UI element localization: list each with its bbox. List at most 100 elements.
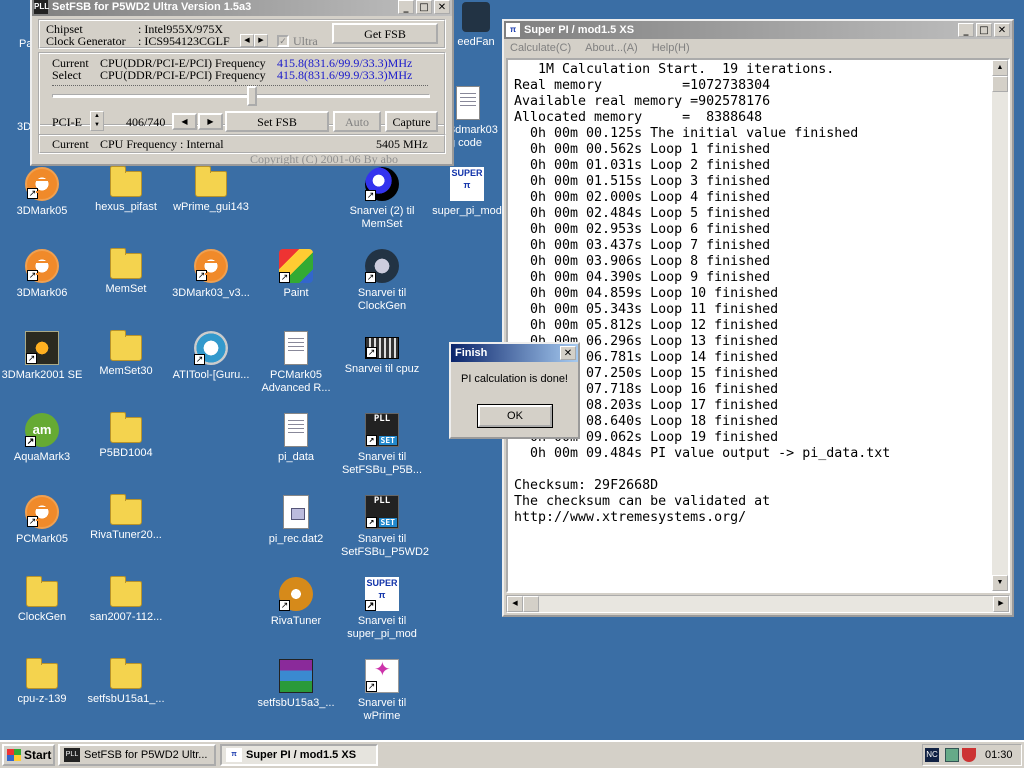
nc-badge[interactable]: NC (925, 748, 939, 762)
scroll-up-icon[interactable]: ▲ (992, 60, 1008, 76)
desktop-icon-label: eedFan (457, 36, 495, 48)
desktop-icon-label: Snarvei (2) til MemSet (349, 205, 415, 230)
scroll-left-icon[interactable]: ◀ (507, 596, 523, 612)
task-setfsb[interactable]: PLL SetFSB for P5WD2 Ultr... (58, 744, 216, 766)
output-line: 0h 00m 00.125s The initial value finishe… (514, 126, 859, 141)
desktop-icon-label: pi_rec.dat2 (268, 533, 324, 545)
desktop-icon-pi-rec-dat2[interactable]: pi_rec.dat2 (254, 495, 338, 546)
shield-icon[interactable] (962, 748, 976, 762)
desktop-icon-snarvei-clockgen[interactable]: ↗ Snarvei til ClockGen (340, 249, 424, 313)
clockgen-prev-button[interactable]: ◀ (240, 34, 254, 47)
vertical-scrollbar[interactable]: ▲ ▼ (992, 60, 1008, 591)
pll-set-icon: PLL SET ↗ (365, 495, 399, 529)
desktop-icon-pi-data[interactable]: pi_data (254, 413, 338, 464)
clockgen-next-button[interactable]: ▶ (254, 34, 268, 47)
folder-icon (26, 658, 58, 689)
desktop-icon-label: Snarvei til wPrime (357, 697, 407, 722)
output-text-area[interactable]: 1M Calculation Start. 19 iterations. Real… (506, 58, 1010, 593)
desktop-icon-memset30[interactable]: MemSet30 (84, 330, 168, 378)
auto-button[interactable]: Auto (333, 111, 381, 132)
desktop-icon-snarvei-memset[interactable]: ↗ Snarvei (2) til MemSet (340, 167, 424, 231)
close-button[interactable]: ✕ (560, 346, 576, 360)
desktop-icon-atitool[interactable]: ↗ ATITool-[Guru... (169, 331, 253, 382)
paint-icon: ↗ (279, 249, 313, 283)
minimize-button[interactable]: _ (958, 23, 974, 37)
desktop-icon-3dmark05[interactable]: ↗ 3DMark05 (0, 167, 84, 218)
get-fsb-button[interactable]: Get FSB (332, 23, 438, 44)
desktop-icon-cpu-z-139[interactable]: cpu-z-139 (0, 658, 84, 706)
scroll-thumb[interactable] (523, 596, 539, 612)
setfsb-window[interactable]: PLL SetFSB for P5WD2 Ultra Version 1.5a3… (30, 0, 454, 166)
slider-track (52, 94, 430, 98)
horizontal-scrollbar[interactable]: ◀ ▶ (506, 595, 1010, 613)
scroll-right-icon[interactable]: ▶ (993, 596, 1009, 612)
desktop-icon-setfsbu15a1[interactable]: setfsbU15a1_... (84, 658, 168, 706)
maximize-button[interactable]: □ (976, 23, 992, 37)
desktop-icon-snarvei-super-pi-mod[interactable]: SUPER π ↗ Snarvei til super_pi_mod (340, 577, 424, 641)
start-button[interactable]: Start (2, 744, 55, 766)
output-line: Checksum: 29F2668D (514, 478, 659, 493)
desktop-icon-paint[interactable]: ↗ Paint (254, 249, 338, 300)
superpi-window[interactable]: π Super PI / mod1.5 XS _ □ ✕ Calculate(C… (502, 19, 1014, 617)
output-line: 0h 00m 05.343s Loop 11 finished (514, 302, 779, 317)
clock[interactable]: 01:30 (985, 748, 1013, 762)
pll-set-icon: PLL SET ↗ (365, 413, 399, 447)
desktop-icon-3dmark2001se[interactable]: ↗ 3DMark2001 SE (0, 331, 84, 382)
maximize-button[interactable]: □ (416, 0, 432, 14)
desktop-icon-pcmark05[interactable]: ↗ PCMark05 (0, 495, 84, 546)
start-label: Start (24, 748, 52, 762)
desktop-icon-rivatuner20[interactable]: RivaTuner20... (84, 494, 168, 542)
network-icon[interactable] (945, 748, 959, 762)
desktop-icon-setfsbu15a3[interactable]: setfsbU15a3_... (254, 659, 338, 710)
menu-about[interactable]: About...(A) (585, 42, 638, 54)
desktop-icon-san2007[interactable]: san2007-112... (84, 576, 168, 624)
pcie-spinner[interactable]: ▲ ▼ (90, 111, 104, 131)
close-button[interactable]: ✕ (434, 0, 450, 14)
desktop-icon-snarvei-cpuz[interactable]: ↗ Snarvei til cpuz (340, 331, 424, 376)
scroll-down-icon[interactable]: ▼ (992, 575, 1008, 591)
ultra-checkbox[interactable]: ✓ (277, 35, 289, 47)
desktop-icon-aquamark3[interactable]: am ↗ AquaMark3 (0, 413, 84, 464)
desktop-icon-snarvei-setfsbu-p5b[interactable]: PLL SET ↗ Snarvei til SetFSBu_P5B... (340, 413, 424, 477)
desktop-icon-speedfan[interactable]: eedFan (446, 2, 506, 49)
minimize-button[interactable]: _ (398, 0, 414, 14)
desktop-icon-snarvei-setfsbu-p5wd2[interactable]: PLL SET ↗ Snarvei til SetFSBu_P5WD2 (340, 495, 429, 559)
futuremark-icon: ↗ (25, 167, 59, 201)
folder-icon (110, 166, 142, 197)
folder-icon (110, 330, 142, 361)
folder-icon (110, 658, 142, 689)
desktop-icon-3dmark03-v3[interactable]: ↗ 3DMark03_v3... (169, 249, 253, 300)
desktop-icon-3dmark06[interactable]: ↗ 3DMark06 (0, 249, 84, 300)
close-button[interactable]: ✕ (994, 23, 1010, 37)
step-down-button[interactable]: ◀ (172, 113, 197, 130)
finish-dialog[interactable]: Finish ✕ PI calculation is done! OK (449, 342, 580, 439)
step-up-button[interactable]: ▶ (198, 113, 223, 130)
superpi-titlebar[interactable]: π Super PI / mod1.5 XS _ □ ✕ (504, 21, 1012, 39)
desktop-icon-pcmark05-advanced[interactable]: PCMark05 Advanced R... (254, 331, 338, 395)
desktop-icon-memset[interactable]: MemSet (84, 248, 168, 296)
menu-help[interactable]: Help(H) (652, 42, 690, 54)
ok-button[interactable]: OK (477, 404, 553, 428)
desktop-icon-hexus-pifast[interactable]: hexus_pifast (84, 166, 168, 214)
task-superpi[interactable]: π Super PI / mod1.5 XS (220, 744, 378, 766)
desktop-icon-super-pi-mod[interactable]: SUPER π super_pi_mod (425, 167, 509, 218)
desktop-icon-p5bd1004[interactable]: P5BD1004 (84, 412, 168, 460)
dialog-titlebar[interactable]: Finish ✕ (451, 344, 578, 362)
set-fsb-button[interactable]: Set FSB (225, 111, 329, 132)
clockgen-value: : ICS954123CGLF (138, 34, 230, 48)
slider-thumb[interactable] (247, 86, 258, 106)
desktop-icon-rivatuner[interactable]: ↗ RivaTuner (254, 577, 338, 628)
desktop-icon-wprime-gui143[interactable]: wPrime_gui143 (169, 166, 253, 214)
desktop-icon-snarvei-wprime[interactable]: ↗ Snarvei til wPrime (340, 659, 424, 723)
setfsb-titlebar[interactable]: PLL SetFSB for P5WD2 Ultra Version 1.5a3… (32, 0, 452, 16)
wprime-icon: ↗ (365, 659, 399, 693)
menu-calculate[interactable]: Calculate(C) (510, 42, 571, 54)
capture-button[interactable]: Capture (385, 111, 438, 132)
scroll-thumb[interactable] (992, 76, 1008, 92)
cpu-current-label: Current (52, 137, 89, 151)
ultra-label: Ultra (293, 34, 318, 48)
desktop-icon-clockgen[interactable]: ClockGen (0, 576, 84, 624)
super-pi-app-icon: π (226, 748, 242, 762)
windows-logo-icon (7, 749, 21, 761)
